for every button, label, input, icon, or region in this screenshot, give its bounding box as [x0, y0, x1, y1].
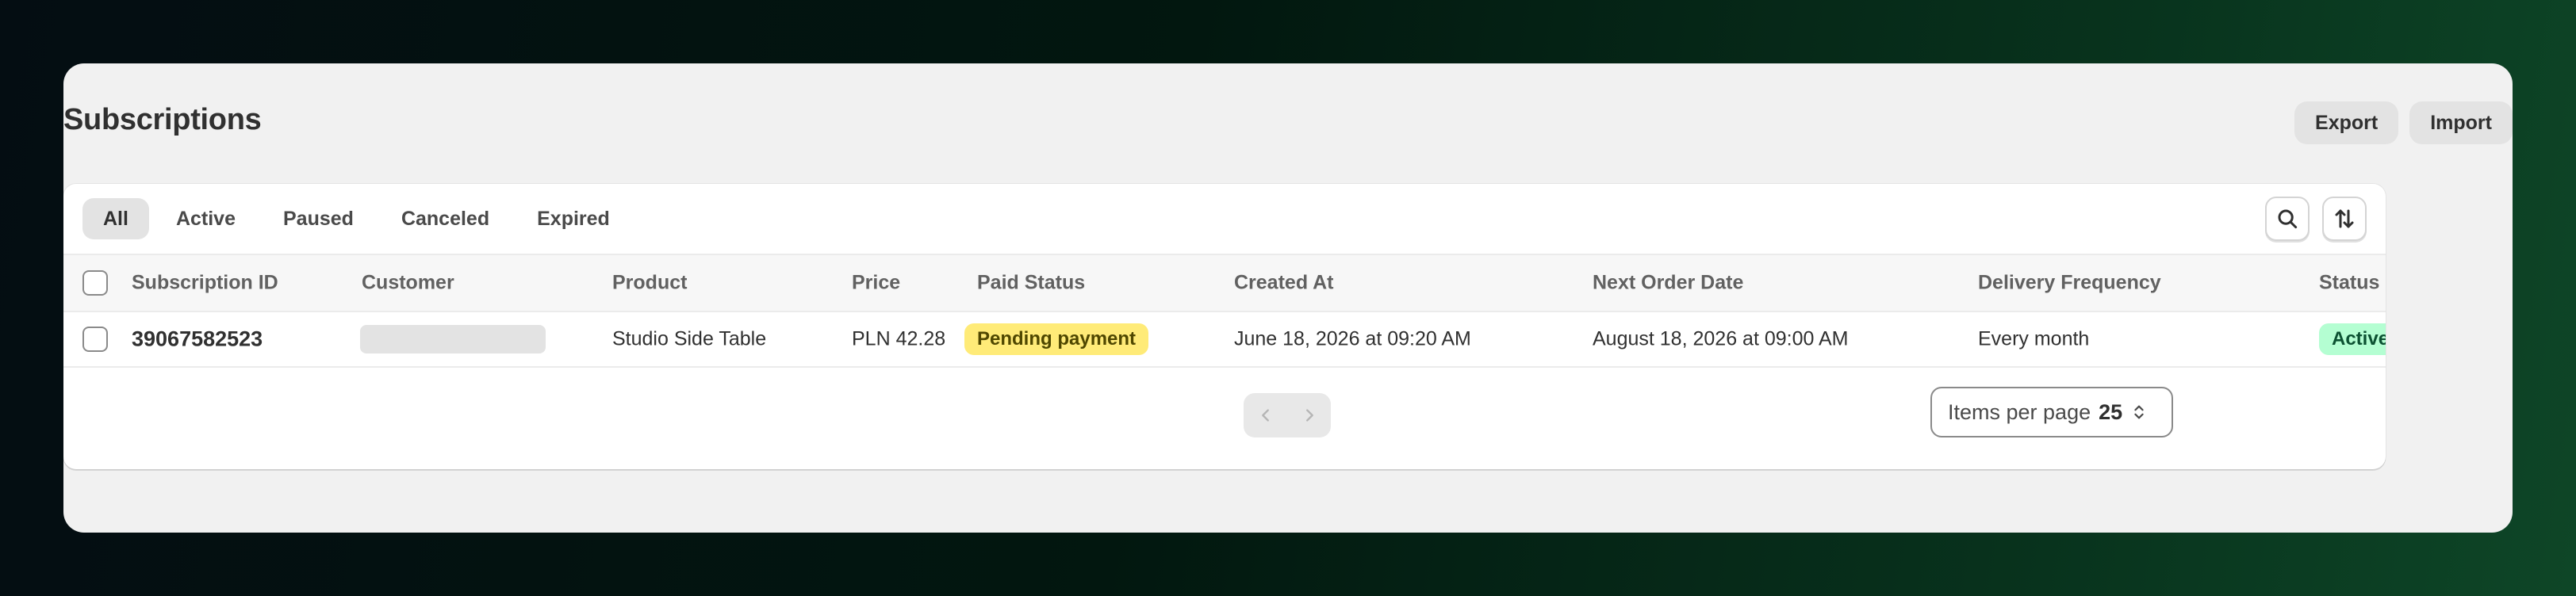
- items-per-page-label: Items per page: [1948, 399, 2091, 424]
- table-actions: [2265, 197, 2367, 241]
- price: PLN 42.28: [852, 327, 946, 350]
- table-row[interactable]: 39067582523 Studio Side Table PLN 42.28 …: [63, 312, 2386, 368]
- created-at: June 18, 2026 at 09:20 AM: [1234, 327, 1471, 350]
- product-name: Studio Side Table: [612, 327, 767, 350]
- status-badge: Active: [2319, 323, 2386, 355]
- column-created-at[interactable]: Created At: [1234, 272, 1334, 295]
- sort-icon: [2335, 209, 2354, 228]
- subscription-id[interactable]: 39067582523: [132, 327, 263, 352]
- next-page-button[interactable]: [1287, 393, 1331, 437]
- column-status[interactable]: Status: [2319, 272, 2379, 295]
- page-title: Subscriptions: [63, 103, 262, 136]
- row-checkbox[interactable]: [82, 327, 108, 352]
- paid-status-badge: Pending payment: [964, 323, 1149, 355]
- search-button[interactable]: [2265, 197, 2310, 241]
- previous-page-button[interactable]: [1244, 393, 1287, 437]
- column-paid-status[interactable]: Paid Status: [977, 272, 1085, 295]
- delivery-frequency: Every month: [1978, 327, 2090, 350]
- export-button[interactable]: Export: [2294, 101, 2399, 144]
- chevron-left-icon: [1261, 409, 1269, 422]
- items-per-page-value: 25: [2099, 399, 2123, 424]
- filter-tabs: All Active Paused Canceled Expired: [82, 198, 631, 239]
- column-price[interactable]: Price: [852, 272, 900, 295]
- chevron-right-icon: [1305, 409, 1313, 422]
- subscriptions-table-panel: All Active Paused Canceled Expired Subsc…: [63, 184, 2386, 469]
- column-next-order-date[interactable]: Next Order Date: [1593, 272, 1743, 295]
- tab-canceled[interactable]: Canceled: [381, 198, 510, 239]
- tab-paused[interactable]: Paused: [263, 198, 374, 239]
- customer-name-redacted: [360, 325, 546, 353]
- column-subscription-id[interactable]: Subscription ID: [132, 272, 278, 295]
- filter-tabs-row: All Active Paused Canceled Expired: [63, 184, 2386, 254]
- select-all-checkbox[interactable]: [82, 270, 108, 296]
- header-actions: Export Import: [2294, 101, 2513, 144]
- next-order-date: August 18, 2026 at 09:00 AM: [1593, 327, 1849, 350]
- tab-all[interactable]: All: [82, 198, 149, 239]
- column-product[interactable]: Product: [612, 272, 687, 295]
- pagination-controls: [1244, 393, 1331, 437]
- import-button[interactable]: Import: [2409, 101, 2513, 144]
- sort-button[interactable]: [2322, 197, 2367, 241]
- items-per-page-select[interactable]: Items per page 25: [1930, 387, 2173, 437]
- column-delivery-frequency[interactable]: Delivery Frequency: [1978, 272, 2161, 295]
- chevron-up-down-icon: [2134, 405, 2144, 419]
- table-header: Subscription ID Customer Product Price P…: [63, 254, 2386, 312]
- search-icon: [2278, 209, 2298, 229]
- tab-expired[interactable]: Expired: [516, 198, 631, 239]
- tab-active[interactable]: Active: [155, 198, 256, 239]
- column-customer[interactable]: Customer: [362, 272, 454, 295]
